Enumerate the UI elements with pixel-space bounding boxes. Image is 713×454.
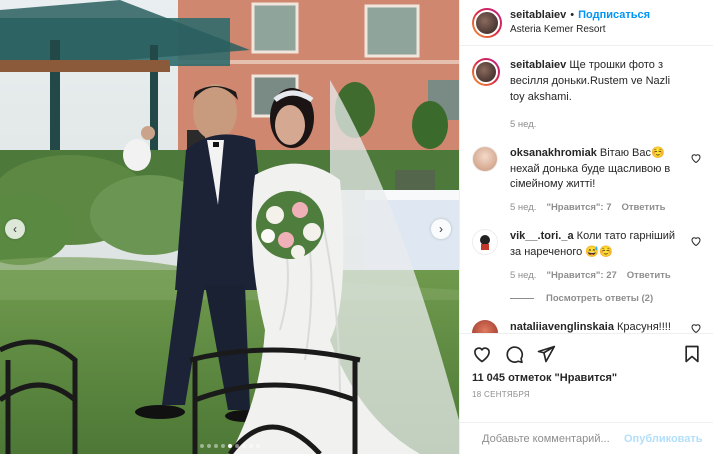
post-side-panel: seitablaiev • Подписаться Asteria Kemer …: [459, 0, 713, 454]
carousel-dot: [255, 444, 260, 448]
comment-bubble-icon[interactable]: [504, 344, 524, 364]
view-replies-button[interactable]: Посмотреть ответы (2): [510, 293, 702, 304]
header-username[interactable]: seitablaiev: [510, 8, 566, 23]
post-date[interactable]: 18 СЕНТЯБРЯ: [472, 390, 702, 399]
heart-icon[interactable]: [690, 322, 702, 333]
replies-divider: [510, 297, 534, 299]
carousel-dot: [220, 444, 225, 448]
like-heart-icon[interactable]: [472, 344, 492, 364]
commenter-avatar[interactable]: [472, 229, 498, 256]
wedding-photo: [0, 0, 459, 454]
comment-input[interactable]: [482, 432, 624, 445]
comment-username[interactable]: nataliiavenglinskaia: [510, 321, 614, 333]
chevron-right-icon: ›: [439, 222, 443, 236]
post-header: seitablaiev • Подписаться Asteria Kemer …: [460, 0, 713, 46]
caption-time[interactable]: 5 нед.: [510, 118, 536, 132]
commenter-avatar[interactable]: [472, 319, 498, 333]
avatar[interactable]: [472, 7, 502, 38]
comment-item: vik__.tori._a Коли тато гарніший за наре…: [472, 229, 702, 283]
caption-username[interactable]: seitablaiev: [510, 59, 566, 71]
caption: seitablaiev Ще трошки фото з весілля дон…: [472, 58, 702, 132]
instagram-post: ‹ › seitablaiev • Подписаться Asteria Ke…: [0, 0, 713, 454]
carousel-dot: [213, 444, 218, 448]
comment-likes[interactable]: "Нравится": 7: [546, 201, 611, 215]
cartoon-avatar-icon: [480, 235, 490, 251]
carousel-dot: [234, 444, 239, 448]
likes-count[interactable]: 11 045 отметок "Нравится": [472, 372, 702, 384]
carousel-indicator: [0, 444, 459, 448]
comment-item: oksanakhromiak Вітаю Вас☺️ нехай донька …: [472, 145, 702, 216]
follow-button[interactable]: Подписаться: [578, 8, 650, 23]
post-photo[interactable]: ‹ ›: [0, 0, 459, 454]
carousel-dot: [227, 444, 232, 448]
commenter-avatar[interactable]: [472, 145, 498, 172]
reply-button[interactable]: Ответить: [627, 269, 671, 283]
publish-button[interactable]: Опубликовать: [624, 433, 703, 445]
profile-avatar-icon: [474, 60, 498, 84]
heart-icon[interactable]: [690, 235, 702, 247]
location-link[interactable]: Asteria Kemer Resort: [510, 23, 650, 37]
separator-dot: •: [570, 9, 575, 22]
comment-text: Красуня!!!!: [617, 320, 671, 333]
previous-photo-button[interactable]: ‹: [5, 219, 25, 239]
comment-username[interactable]: vik__.tori._a: [510, 230, 574, 242]
post-actions: 11 045 отметок "Нравится" 18 СЕНТЯБРЯ: [460, 333, 713, 413]
add-comment-bar: Опубликовать: [460, 422, 713, 454]
chevron-left-icon: ‹: [13, 222, 17, 236]
comment-username[interactable]: oksanakhromiak: [510, 147, 597, 159]
comments-list[interactable]: seitablaiev Ще трошки фото з весілля дон…: [460, 46, 713, 333]
profile-avatar-icon: [474, 9, 500, 36]
share-paper-plane-icon[interactable]: [536, 344, 556, 364]
next-photo-button[interactable]: ›: [431, 219, 451, 239]
caption-avatar[interactable]: [472, 58, 500, 86]
reply-button[interactable]: Ответить: [622, 201, 666, 215]
view-replies-label: Посмотреть ответы (2): [546, 292, 654, 304]
bookmark-icon[interactable]: [682, 344, 702, 364]
carousel-dot: [248, 444, 253, 448]
carousel-dot: [206, 444, 211, 448]
carousel-dot: [199, 444, 204, 448]
comment-time[interactable]: 5 нед.: [510, 201, 536, 215]
comment-likes[interactable]: "Нравится": 27: [546, 269, 616, 283]
carousel-dot: [241, 444, 246, 448]
comment-time[interactable]: 5 нед.: [510, 269, 536, 283]
comment-item: nataliiavenglinskaia Красуня!!!!: [472, 319, 702, 333]
heart-icon[interactable]: [690, 152, 702, 164]
